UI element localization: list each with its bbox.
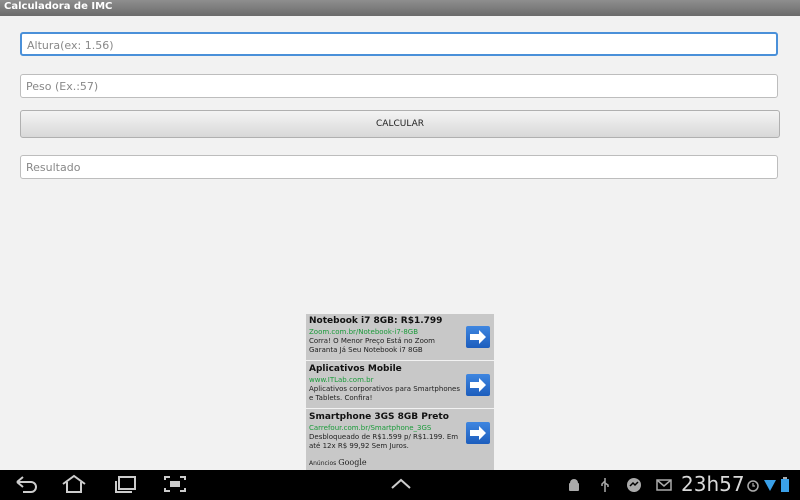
ad-url[interactable]: Carrefour.com.br/Smartphone_3GS — [309, 424, 431, 432]
ad-description: Desbloqueado de R$1.599 p/ R$1.199. Em a… — [309, 433, 459, 450]
wifi-icon — [763, 477, 777, 497]
ad-title[interactable]: Aplicativos Mobile — [309, 364, 402, 374]
result-field[interactable] — [20, 155, 778, 179]
ad-item[interactable]: Aplicativos Mobile www.ITLab.com.br Apli… — [306, 362, 494, 409]
alarm-icon — [746, 477, 760, 497]
recent-apps-icon[interactable] — [113, 474, 139, 498]
ads-label: Anúncios — [309, 460, 337, 467]
ad-title[interactable]: Smartphone 3GS 8GB Preto — [309, 412, 449, 422]
mail-icon — [656, 477, 672, 497]
arrow-right-icon[interactable] — [466, 326, 490, 348]
chevron-up-icon[interactable] — [388, 474, 414, 498]
arrow-right-icon[interactable] — [466, 374, 490, 396]
ad-item[interactable]: Smartphone 3GS 8GB Preto Carrefour.com.b… — [306, 410, 494, 456]
ad-item[interactable]: Notebook i7 8GB: R$1.799 Zoom.com.br/Not… — [306, 314, 494, 361]
usb-icon — [597, 477, 613, 497]
ad-url[interactable]: www.ITLab.com.br — [309, 376, 373, 384]
messenger-icon — [626, 477, 642, 497]
height-input[interactable] — [22, 35, 776, 56]
height-field[interactable] — [20, 32, 778, 56]
screenshot-icon[interactable] — [162, 474, 188, 498]
ad-description: Aplicativos corporativos para Smartphone… — [309, 385, 460, 402]
ads-by-google[interactable]: Anúncios Google — [309, 458, 367, 467]
app-title: Calculadora de IMC — [4, 1, 113, 12]
ad-banner: Notebook i7 8GB: R$1.799 Zoom.com.br/Not… — [306, 314, 494, 470]
ad-url[interactable]: Zoom.com.br/Notebook-i7-8GB — [309, 328, 418, 336]
system-bar: 23h57 — [0, 470, 800, 500]
battery-icon — [780, 477, 790, 497]
ad-description: Corra! O Menor Preço Está no Zoom Garant… — [309, 337, 435, 354]
clock[interactable]: 23h57 — [681, 472, 745, 496]
google-label: Google — [338, 458, 367, 467]
weight-input[interactable] — [21, 75, 777, 98]
weight-field[interactable] — [20, 74, 778, 98]
back-icon[interactable] — [14, 474, 40, 498]
result-input[interactable] — [21, 156, 777, 179]
android-debug-icon — [566, 477, 582, 497]
calculate-button[interactable]: CALCULAR — [20, 110, 780, 138]
title-bar: Calculadora de IMC — [0, 0, 800, 16]
home-icon[interactable] — [61, 474, 87, 498]
ad-title[interactable]: Notebook i7 8GB: R$1.799 — [309, 316, 442, 326]
arrow-right-icon[interactable] — [466, 422, 490, 444]
